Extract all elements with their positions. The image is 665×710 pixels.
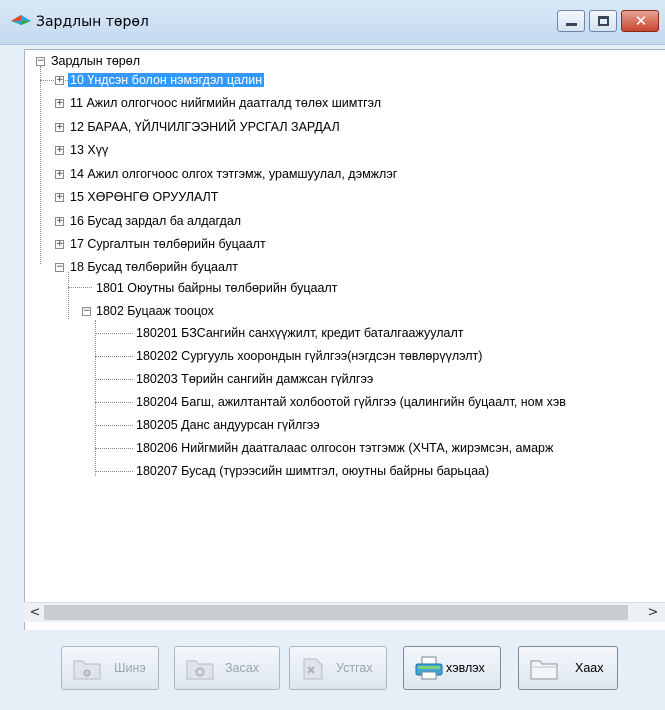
new-button-label: Шинэ [114,661,146,675]
maximize-button[interactable] [589,10,617,32]
tree-connector [95,379,133,380]
tree-node-label: 180202 Сургууль хоорондын гүйлгээ(нэгдсэ… [136,349,483,363]
tree-node-label: 18 Бусад төлбөрийн буцаалт [70,260,238,274]
root-collapse-toggle[interactable]: − [36,56,45,66]
tree-node-label: 180205 Данс андуурсан гүйлгээ [136,418,320,432]
app-icon [11,15,31,25]
tree-node[interactable]: 10 Үндсэн болон нэмэгдэл цалин [68,71,265,89]
printer-icon [415,656,443,680]
tree-node[interactable]: 180203 Төрийн сангийн дамжсан гүйлгээ [134,370,375,388]
node-expand-toggle[interactable]: + [55,239,64,249]
tree-connector [68,272,69,319]
tree-root-label: Зардлын төрөл [51,54,140,68]
tree-root-node[interactable]: Зардлын төрөл [49,52,142,70]
tree-node-label: 11 Ажил олгогчоос нийгмийн даатгалд төлө… [70,96,382,110]
node-expand-toggle[interactable]: + [55,145,64,155]
folder-delete-icon [303,658,323,680]
close-button[interactable]: Хаах [518,646,618,690]
tree-node[interactable]: 13 Хүү [68,141,110,159]
tree-node-label: 180203 Төрийн сангийн дамжсан гүйлгээ [136,372,374,386]
expense-type-tree[interactable]: − Зардлын төрөл + 10 Үндсэн болон нэмэгд… [24,49,665,630]
new-button[interactable]: Шинэ [61,646,159,690]
folder-gear-icon [186,660,214,680]
node-expand-toggle[interactable]: + [55,75,64,85]
close-window-button[interactable]: ✕ [621,10,659,32]
node-expand-toggle[interactable]: + [55,98,64,108]
tree-node[interactable]: 12 БАРАА, ҮЙЛЧИЛГЭЭНИЙ УРСГАЛ ЗАРДАЛ [68,118,342,136]
tree-node[interactable]: 180207 Бусад (түрээсийн шимтгэл, оюутны … [134,462,491,480]
tree-connector [40,66,41,264]
tree-node[interactable]: 11 Ажил олгогчоос нийгмийн даатгалд төлө… [68,94,383,112]
tree-node[interactable]: 180201 БЗСангийн санхүүжилт, кредит бата… [134,324,466,342]
tree-node-label: 12 БАРАА, ҮЙЛЧИЛГЭЭНИЙ УРСГАЛ ЗАРДАЛ [70,120,340,134]
edit-button[interactable]: Засах [174,646,280,690]
tree-node-label: 16 Бусад зардал ба алдагдал [70,214,242,228]
tree-connector [95,425,133,426]
title-bar[interactable]: Зардлын төрөл ✕ [0,0,665,45]
tree-node-label: 1802 Буцааж тооцох [96,304,214,318]
tree-node[interactable]: 180205 Данс андуурсан гүйлгээ [134,416,322,434]
tree-connector [95,356,133,357]
bottom-toolbar: Шинэ Засах Устгах хэвлэх Хаах [0,630,665,710]
tree-node-label: 180201 БЗСангийн санхүүжилт, кредит бата… [136,326,464,340]
node-collapse-toggle[interactable]: − [55,262,64,272]
delete-button[interactable]: Устгах [289,646,387,690]
edit-button-label: Засах [225,661,259,675]
scroll-left-button[interactable]: < [26,604,44,622]
tree-node-label: 17 Сургалтын төлбөрийн буцаалт [70,237,266,251]
tree-connector [95,471,133,472]
tree-node[interactable]: 17 Сургалтын төлбөрийн буцаалт [68,235,268,253]
node-collapse-toggle[interactable]: − [82,306,91,316]
scroll-right-button[interactable]: > [644,604,662,622]
tree-node-label: 10 Үндсэн болон нэмэгдэл цалин [68,73,265,87]
window-title: Зардлын төрөл [36,14,149,30]
print-button-label: хэвлэх [446,661,485,675]
tree-node-label: 180207 Бусад (түрээсийн шимтгэл, оюутны … [136,464,490,478]
tree-node-label: 180206 Нийгмийн даатгалаас олгосон тэтгэ… [136,441,554,455]
expense-type-window: Зардлын төрөл ✕ − Зардлын төрөл + 10 Үнд… [0,0,665,710]
close-icon: ✕ [634,12,648,30]
node-expand-toggle[interactable]: + [55,192,64,202]
maximize-icon [598,16,609,26]
tree-connector [95,402,133,403]
minimize-button[interactable] [557,10,585,32]
minimize-icon [566,23,577,26]
tree-node[interactable]: 1802 Буцааж тооцох [94,302,216,320]
node-expand-toggle[interactable]: + [55,169,64,179]
tree-connector [68,287,92,288]
close-button-label: Хаах [575,661,604,675]
tree-node-label: 180204 Багш, ажилтантай холбоотой гүйлгэ… [136,395,566,409]
tree-node[interactable]: 14 Ажил олгогчоос олгох тэтгэмж, урамшуу… [68,165,399,183]
folder-icon [530,660,558,680]
print-button[interactable]: хэвлэх [403,646,501,690]
node-expand-toggle[interactable]: + [55,216,64,226]
tree-node-label: 13 Хүү [70,143,109,157]
scroll-thumb[interactable] [44,605,628,620]
tree-node[interactable]: 15 ХӨРӨНГӨ ОРУУЛАЛТ [68,188,220,206]
tree-node[interactable]: 18 Бусад төлбөрийн буцаалт [68,258,240,276]
delete-button-label: Устгах [336,661,373,675]
tree-node[interactable]: 1801 Оюутны байрны төлбөрийн буцаалт [94,279,339,297]
tree-connector [95,320,96,476]
tree-node-label: 15 ХӨРӨНГӨ ОРУУЛАЛТ [70,190,219,204]
tree-connector [95,448,133,449]
node-expand-toggle[interactable]: + [55,122,64,132]
tree-node[interactable]: 180204 Багш, ажилтантай холбоотой гүйлгэ… [134,393,568,411]
tree-node[interactable]: 16 Бусад зардал ба алдагдал [68,212,243,230]
horizontal-scrollbar[interactable]: < > [24,602,665,622]
tree-node[interactable]: 180206 Нийгмийн даатгалаас олгосон тэтгэ… [134,439,555,457]
tree-node[interactable]: 180202 Сургууль хоорондын гүйлгээ(нэгдсэ… [134,347,484,365]
tree-connector [95,333,133,334]
folder-icon [73,660,101,680]
tree-node-label: 14 Ажил олгогчоос олгох тэтгэмж, урамшуу… [70,167,398,181]
tree-node-label: 1801 Оюутны байрны төлбөрийн буцаалт [96,281,338,295]
